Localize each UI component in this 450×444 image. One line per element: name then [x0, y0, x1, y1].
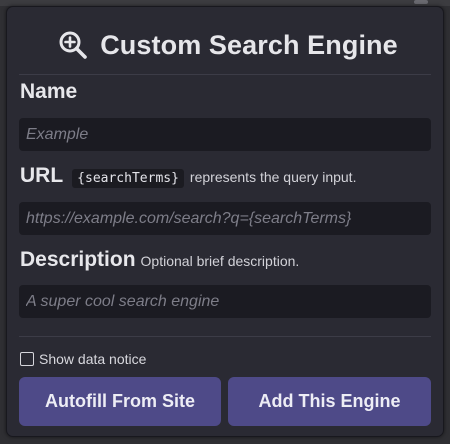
name-input[interactable] — [19, 118, 431, 151]
page-title: Custom Search Engine — [100, 29, 398, 60]
description-label-row: Description Optional brief description. — [20, 248, 299, 272]
header-divider — [19, 74, 431, 75]
url-input[interactable] — [19, 202, 431, 235]
url-label: URL — [20, 164, 64, 187]
popup-header: Custom Search Engine — [7, 27, 443, 63]
url-hint: represents the query input. — [189, 169, 357, 185]
add-this-engine-button[interactable]: Add This Engine — [228, 377, 431, 426]
zoom-in-icon — [59, 31, 88, 59]
autofill-from-site-button[interactable]: Autofill From Site — [19, 377, 221, 426]
custom-search-engine-popup: Custom Search Engine Name URL {searchTer… — [6, 6, 444, 437]
url-label-row: URL {searchTerms} represents the query i… — [20, 164, 356, 188]
description-input[interactable] — [19, 285, 431, 318]
name-label: Name — [20, 80, 78, 103]
description-hint: Optional brief description. — [140, 253, 300, 269]
description-label: Description — [20, 248, 136, 271]
name-label-row: Name — [20, 80, 77, 104]
toolbar-indicator — [414, 0, 428, 4]
search-terms-token: {searchTerms} — [72, 169, 184, 188]
footer-divider — [19, 336, 431, 337]
show-data-notice-option[interactable]: Show data notice — [20, 351, 146, 367]
show-data-notice-label: Show data notice — [39, 351, 147, 367]
show-data-notice-checkbox[interactable] — [20, 352, 34, 366]
